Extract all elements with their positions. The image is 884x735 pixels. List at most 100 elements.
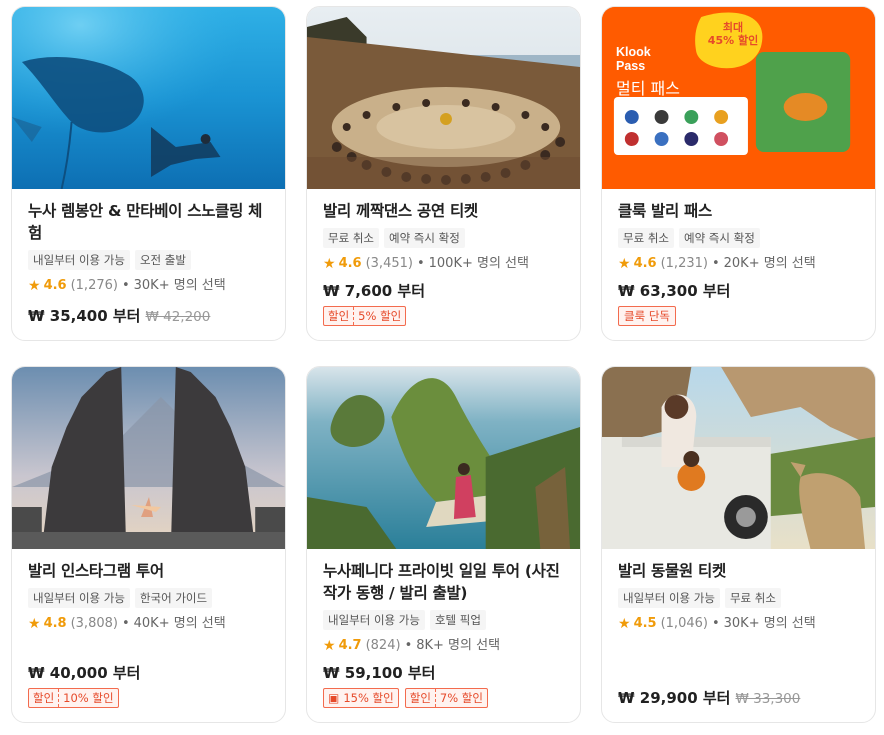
badge-label: 할인: [409, 691, 431, 705]
card-tags: 무료 취소 예약 즉시 확정: [618, 228, 860, 248]
price-area: ₩ 7,600 부터 할인 5% 할인: [323, 280, 565, 340]
card-body: 발리 동물원 티켓 내일부터 이용 가능 무료 취소 ★ 4.5 (1,046)…: [602, 549, 875, 722]
review-count: (1,046): [660, 616, 708, 631]
separator-dot: •: [404, 638, 413, 653]
price-row: ₩ 35,400 부터 ₩ 42,200: [28, 305, 270, 326]
activity-image-kecak-dance: [307, 7, 580, 189]
exclusive-badge: 클룩 단독: [618, 306, 676, 326]
price: ₩ 63,300 부터: [618, 282, 731, 300]
pass-description: 패스는 1장, 이용 가능 어트랙션은 여러 곳!: [616, 101, 724, 108]
price-row: ₩ 40,000 부터: [28, 662, 270, 683]
booked-count: 30K+ 명의 선택: [723, 616, 816, 631]
star-icon: ★: [323, 638, 336, 654]
star-icon: ★: [28, 278, 41, 294]
brand-line-2: Pass: [616, 59, 646, 73]
rating-score: 4.6: [338, 256, 362, 271]
tag: 무료 취소: [323, 228, 379, 248]
rating-score: 4.5: [633, 616, 657, 631]
activity-card-nusa-penida[interactable]: 누사페니다 프라이빗 일일 투어 (사진 작가 동행 / 발리 출발) 내일부터…: [306, 366, 581, 723]
review-count: (1,231): [660, 256, 708, 271]
tag: 내일부터 이용 가능: [28, 588, 130, 608]
badge-label: 할인: [328, 309, 350, 323]
star-icon: ★: [618, 616, 631, 632]
price-area: ₩ 40,000 부터 할인 10% 할인: [28, 662, 270, 722]
rating-score: 4.6: [633, 256, 657, 271]
original-price: ₩ 42,200: [145, 309, 211, 325]
review-count: (824): [365, 638, 401, 653]
card-rating: ★ 4.6 (3,451) • 100K+ 명의 선택: [323, 255, 565, 273]
card-tags: 내일부터 이용 가능 호텔 픽업: [323, 610, 565, 630]
card-tags: 내일부터 이용 가능 오전 출발: [28, 250, 270, 270]
price-area: ₩ 29,900 부터 ₩ 33,300: [618, 687, 860, 722]
tag: 무료 취소: [618, 228, 674, 248]
separator-dot: •: [121, 278, 130, 293]
tag: 예약 즉시 확정: [678, 228, 760, 248]
price: ₩ 35,400 부터: [28, 307, 141, 325]
card-tags: 내일부터 이용 가능 한국어 가이드: [28, 588, 270, 608]
booked-count: 100K+ 명의 선택: [428, 256, 529, 271]
discount-badges: 클룩 단독: [618, 306, 860, 326]
activity-image-zoo-safari: [602, 367, 875, 549]
tag: 무료 취소: [724, 588, 781, 608]
activity-image-kelingking-beach: [307, 367, 580, 549]
star-icon: ★: [323, 256, 336, 272]
tag: 한국어 가이드: [134, 588, 213, 608]
card-rating: ★ 4.5 (1,046) • 30K+ 명의 선택: [618, 615, 860, 633]
price: ₩ 29,900 부터: [618, 689, 731, 707]
card-title: 발리 께짝댄스 공연 티켓: [323, 202, 478, 220]
badge-value: 10% 할인: [63, 691, 114, 705]
review-count: (3,808): [70, 616, 118, 631]
price-area: ₩ 59,100 부터 ▣ 15% 할인 할인 7% 할인: [323, 662, 565, 722]
price-area: ₩ 35,400 부터 ₩ 42,200: [28, 305, 270, 340]
card-title: 클룩 발리 패스: [618, 202, 712, 220]
card-rating: ★ 4.6 (1,231) • 20K+ 명의 선택: [618, 255, 860, 273]
price-row: ₩ 63,300 부터: [618, 280, 860, 301]
booked-count: 30K+ 명의 선택: [133, 278, 226, 293]
star-icon: ★: [28, 616, 41, 632]
card-title: 발리 동물원 티켓: [618, 562, 726, 580]
coupon-badge: ▣ 15% 할인: [323, 688, 399, 708]
activity-card-nusa-lembongan[interactable]: 누사 렘봉안 & 만타베이 스노클링 체험 내일부터 이용 가능 오전 출발 ★…: [11, 6, 286, 341]
rating-score: 4.6: [43, 278, 67, 293]
price: ₩ 40,000 부터: [28, 664, 141, 682]
review-count: (3,451): [365, 256, 413, 271]
separator-dot: •: [711, 256, 720, 271]
card-title: 누사페니다 프라이빗 일일 투어 (사진 작가 동행 / 발리 출발): [323, 562, 560, 602]
discount-badges: 할인 5% 할인: [323, 306, 565, 326]
card-body: 발리 께짝댄스 공연 티켓 무료 취소 예약 즉시 확정 ★ 4.6 (3,45…: [307, 189, 580, 340]
badge-value: 5% 할인: [358, 309, 402, 323]
brand-line-1: Klook: [616, 45, 651, 59]
tag: 내일부터 이용 가능: [618, 588, 720, 608]
rating-score: 4.7: [338, 638, 362, 653]
review-count: (1,276): [70, 278, 118, 293]
badge-label: 할인: [33, 691, 55, 705]
card-body: 클룩 발리 패스 무료 취소 예약 즉시 확정 ★ 4.6 (1,231) • …: [602, 189, 875, 340]
activity-image-temple-gate: [12, 367, 285, 549]
card-title: 발리 인스타그램 투어: [28, 562, 164, 580]
discount-badges: ▣ 15% 할인 할인 7% 할인: [323, 688, 565, 708]
activity-image-manta-snorkeling: [12, 7, 285, 189]
activity-card-instagram-tour[interactable]: 발리 인스타그램 투어 내일부터 이용 가능 한국어 가이드 ★ 4.8 (3,…: [11, 366, 286, 723]
rating-score: 4.8: [43, 616, 67, 631]
discount-badges: 할인 10% 할인: [28, 688, 270, 708]
activity-card-kecak-dance[interactable]: 발리 께짝댄스 공연 티켓 무료 취소 예약 즉시 확정 ★ 4.6 (3,45…: [306, 6, 581, 341]
price-row: ₩ 7,600 부터: [323, 280, 565, 301]
activity-card-klook-pass[interactable]: Klook Pass 최대 45% 할인 멀티 패스 패스는 1장, 이용 가능…: [601, 6, 876, 341]
promo-line-2: 45% 할인: [707, 34, 759, 47]
price-area: ₩ 63,300 부터 클룩 단독: [618, 280, 860, 340]
tag: 내일부터 이용 가능: [28, 250, 130, 270]
original-price: ₩ 33,300: [735, 691, 801, 707]
discount-badge: 할인 7% 할인: [404, 688, 488, 708]
badge-value: 15% 할인: [343, 691, 394, 705]
separator-dot: •: [711, 616, 720, 631]
card-tags: 무료 취소 예약 즉시 확정: [323, 228, 565, 248]
pass-product-name: 멀티 패스: [616, 79, 680, 98]
tag: 예약 즉시 확정: [383, 228, 465, 248]
tag: 내일부터 이용 가능: [323, 610, 425, 630]
star-icon: ★: [618, 256, 631, 272]
card-body: 누사페니다 프라이빗 일일 투어 (사진 작가 동행 / 발리 출발) 내일부터…: [307, 549, 580, 722]
promo-line-1: 최대: [722, 21, 744, 34]
discount-badge: 할인 5% 할인: [323, 306, 407, 326]
card-body: 누사 렘봉안 & 만타베이 스노클링 체험 내일부터 이용 가능 오전 출발 ★…: [12, 189, 285, 340]
activity-card-bali-zoo[interactable]: 발리 동물원 티켓 내일부터 이용 가능 무료 취소 ★ 4.5 (1,046)…: [601, 366, 876, 723]
